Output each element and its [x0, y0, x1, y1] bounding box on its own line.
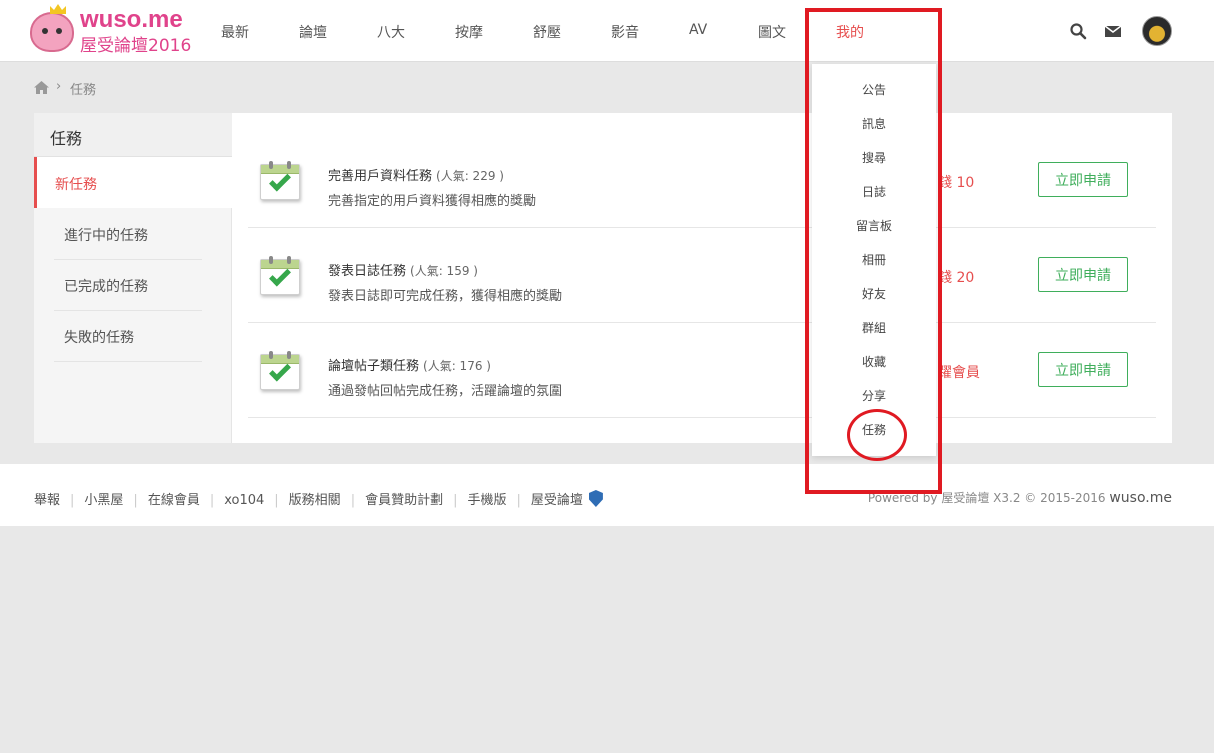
footer-separator: |	[350, 493, 356, 508]
sidebar-item-label: 已完成的任務	[64, 279, 148, 295]
mine-dropdown-menu: 公告 訊息 搜尋 日誌 留言板 相冊 好友 群組 收藏 分享 任務	[812, 64, 936, 456]
apply-button[interactable]: 立即申請	[1038, 257, 1128, 292]
footer-separator: |	[133, 493, 138, 508]
calendar-check-icon	[260, 253, 304, 299]
sidebar-divider	[54, 361, 202, 362]
menu-item-share[interactable]: 分享	[812, 387, 936, 404]
footer-brand[interactable]: wuso.me	[1109, 490, 1172, 506]
menu-item-album[interactable]: 相冊	[812, 251, 936, 268]
nav-item-relax[interactable]: 舒壓	[533, 22, 561, 42]
task-title-text[interactable]: 論壇帖子類任務	[328, 359, 419, 374]
menu-item-blog[interactable]: 日誌	[812, 183, 936, 200]
footer-link-forum[interactable]: 屋受論壇	[531, 493, 583, 508]
breadcrumb-separator: ›	[56, 79, 62, 94]
sidebar-item-label: 進行中的任務	[64, 228, 148, 244]
task-title[interactable]: 發表日誌任務 (人氣: 159 )	[328, 260, 478, 279]
shield-icon[interactable]	[588, 490, 603, 507]
home-icon[interactable]	[34, 81, 49, 94]
site-header: wuso.me 屋受論壇2016 最新 論壇 八大 按摩 舒壓 影音 AV 圖文…	[0, 0, 1214, 62]
task-description: 完善指定的用戶資料獲得相應的獎勵	[328, 194, 537, 209]
task-reward: 錢 20	[938, 270, 975, 286]
task-row: 發表日誌任務 (人氣: 159 ) 發表日誌即可完成任務，獲得相應的獎勵 錢 20…	[248, 228, 1156, 323]
nav-item-video[interactable]: 影音	[611, 22, 639, 42]
sidebar-item-label: 失敗的任務	[64, 330, 134, 346]
footer-separator: |	[516, 493, 521, 508]
nav-item-forum[interactable]: 論壇	[299, 22, 327, 42]
task-title-text[interactable]: 完善用戶資料任務	[328, 169, 432, 184]
footer-separator: |	[274, 493, 279, 508]
sidebar-item-label: 新任務	[55, 177, 97, 193]
calendar-check-icon	[260, 348, 304, 394]
task-reward: 躍會員	[938, 365, 980, 381]
nav-item-mine[interactable]: 我的	[836, 22, 864, 42]
menu-item-announcements[interactable]: 公告	[812, 81, 936, 98]
sidebar-item-new-tasks[interactable]: 新任務	[34, 157, 233, 208]
calendar-check-icon	[260, 158, 304, 204]
task-panel: 任務 新任務 進行中的任務 已完成的任務 失敗的任務 完善用戶資料任務 (人氣: …	[34, 113, 1172, 443]
footer-separator: |	[70, 493, 75, 508]
task-popularity: (人氣: 229 )	[436, 169, 504, 183]
version-label: X3.2	[993, 491, 1021, 505]
task-title-text[interactable]: 發表日誌任務	[328, 264, 406, 279]
footer-link-sponsor[interactable]: 會員贊助計劃	[365, 493, 443, 508]
menu-item-friends[interactable]: 好友	[812, 285, 936, 302]
task-description: 通過發帖回帖完成任務，活躍論壇的氛圍	[328, 384, 563, 399]
apply-button[interactable]: 立即申請	[1038, 352, 1128, 387]
powered-by-name[interactable]: 屋受論壇	[941, 491, 989, 505]
breadcrumb-current[interactable]: 任務	[70, 79, 96, 98]
task-row: 論壇帖子類任務 (人氣: 176 ) 通過發帖回帖完成任務，活躍論壇的氛圍 躍會員…	[248, 323, 1156, 418]
menu-item-messages[interactable]: 訊息	[812, 115, 936, 132]
apply-button[interactable]: 立即申請	[1038, 162, 1128, 197]
task-popularity: (人氣: 176 )	[423, 359, 491, 373]
menu-item-guestbook[interactable]: 留言板	[812, 217, 936, 234]
task-title[interactable]: 論壇帖子類任務 (人氣: 176 )	[328, 355, 491, 374]
site-logo[interactable]: wuso.me 屋受論壇2016	[30, 4, 200, 56]
mail-icon[interactable]	[1104, 22, 1122, 40]
task-reward: 錢 10	[938, 175, 975, 191]
footer-separator: |	[453, 493, 458, 508]
nav-item-latest[interactable]: 最新	[221, 22, 249, 42]
nav-item-av[interactable]: AV	[689, 22, 707, 38]
footer-separator: |	[209, 493, 215, 508]
footer-links: 舉報 | 小黑屋 | 在線會員 | xo104 | 版務相關 | 會員贊助計劃 | 手機版 | 屋受論壇	[34, 489, 603, 508]
menu-item-groups[interactable]: 群組	[812, 319, 936, 336]
task-sidebar: 任務 新任務 進行中的任務 已完成的任務 失敗的任務	[34, 113, 233, 443]
nav-item-gallery[interactable]: 圖文	[758, 22, 786, 42]
user-avatar[interactable]	[1142, 16, 1172, 46]
task-row: 完善用戶資料任務 (人氣: 229 ) 完善指定的用戶資料獲得相應的獎勵 錢 10…	[248, 133, 1156, 228]
sidebar-item-completed[interactable]: 已完成的任務	[34, 259, 232, 310]
logo-mascot	[30, 12, 74, 52]
logo-title: wuso.me	[80, 6, 183, 33]
footer-copyright: Powered by 屋受論壇 X3.2 © 2015-2016 wuso.me	[868, 489, 1172, 506]
footer-link-report[interactable]: 舉報	[34, 493, 60, 508]
menu-item-favorites[interactable]: 收藏	[812, 353, 936, 370]
nav-item-bada[interactable]: 八大	[377, 22, 405, 42]
footer-link-xo104[interactable]: xo104	[224, 493, 264, 508]
task-title[interactable]: 完善用戶資料任務 (人氣: 229 )	[328, 165, 504, 184]
footer-link-mobile[interactable]: 手機版	[467, 493, 506, 508]
site-footer: 舉報 | 小黑屋 | 在線會員 | xo104 | 版務相關 | 會員贊助計劃 | 手機版 | 屋受論壇 P…	[0, 464, 1214, 526]
sidebar-item-in-progress[interactable]: 進行中的任務	[34, 208, 232, 259]
menu-item-search[interactable]: 搜尋	[812, 149, 936, 166]
powered-by-label: Powered by	[867, 491, 938, 505]
copyright-label: © 2015-2016	[1024, 491, 1106, 505]
logo-crown-icon	[50, 4, 66, 14]
footer-link-online-members[interactable]: 在線會員	[148, 493, 200, 508]
footer-link-blacklist[interactable]: 小黑屋	[84, 493, 123, 508]
footer-link-admin[interactable]: 版務相關	[289, 493, 341, 508]
task-description: 發表日誌即可完成任務，獲得相應的獎勵	[328, 289, 563, 304]
menu-item-tasks[interactable]: 任務	[812, 421, 936, 438]
sidebar-title: 任務	[34, 113, 232, 157]
nav-item-massage[interactable]: 按摩	[455, 22, 483, 42]
task-popularity: (人氣: 159 )	[410, 264, 478, 278]
search-icon[interactable]	[1069, 22, 1087, 40]
sidebar-item-failed[interactable]: 失敗的任務	[34, 310, 232, 361]
logo-subtitle: 屋受論壇2016	[80, 36, 192, 56]
